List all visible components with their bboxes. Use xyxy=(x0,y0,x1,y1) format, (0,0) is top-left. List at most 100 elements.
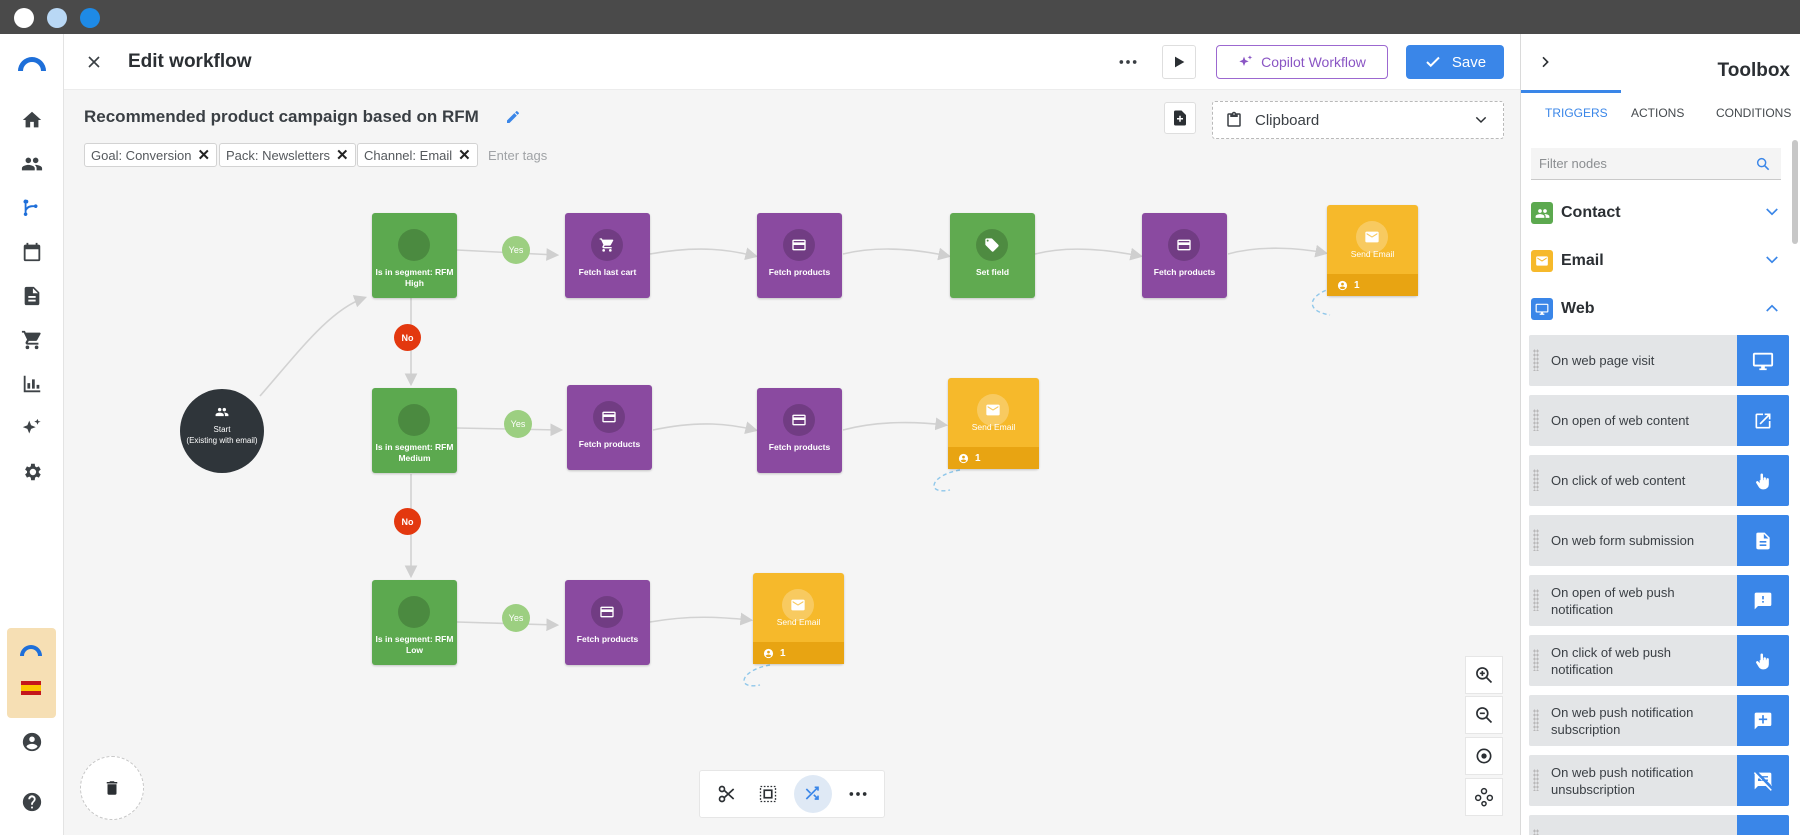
section-contact[interactable]: Contact xyxy=(1531,198,1781,228)
drag-handle-icon[interactable] xyxy=(1533,349,1539,371)
layout-button[interactable] xyxy=(1465,778,1503,816)
node-label: Set field xyxy=(975,267,1010,277)
drag-handle-icon[interactable] xyxy=(1533,409,1539,431)
drag-handle-icon[interactable] xyxy=(1533,829,1539,835)
send-email-node[interactable]: Send Email 1 xyxy=(948,378,1039,469)
segment-icon xyxy=(391,222,437,268)
drag-handle-icon[interactable] xyxy=(1533,589,1539,611)
collapse-toolbox-icon[interactable] xyxy=(1535,52,1555,72)
monitor-icon xyxy=(1737,335,1789,386)
tab-conditions[interactable]: CONDITIONS xyxy=(1716,106,1791,120)
segment-icon xyxy=(391,589,437,635)
drag-handle-icon[interactable] xyxy=(1533,709,1539,731)
contacts-count-bar: 1 xyxy=(948,447,1039,469)
toolbox-item-label: On web form submission xyxy=(1551,533,1695,548)
search-icon xyxy=(1756,157,1770,170)
send-email-node[interactable]: Send Email 1 xyxy=(1327,205,1418,296)
toolbox-item[interactable]: On open of web content xyxy=(1529,395,1789,446)
toolbox-scrollbar[interactable] xyxy=(1792,140,1798,244)
email-icon xyxy=(1531,250,1553,272)
drag-handle-icon[interactable] xyxy=(1533,469,1539,491)
segment-condition-node[interactable]: Is in segment: RFM Medium xyxy=(372,388,457,473)
drag-handle-icon[interactable] xyxy=(1533,769,1539,791)
node-label: Fetch last cart xyxy=(578,267,637,277)
fetch-products-node[interactable]: Fetch products xyxy=(565,580,650,665)
fetch-cart-node[interactable]: Fetch last cart xyxy=(565,213,650,298)
partial-item-icon xyxy=(1737,815,1789,835)
toolbox-item-label: On open of web content xyxy=(1551,413,1690,428)
toolbox-item[interactable]: On web push notification subscription xyxy=(1529,695,1789,746)
toolbox-item[interactable]: On click of web push notification xyxy=(1529,635,1789,686)
fetch-products-node[interactable]: Fetch products xyxy=(567,385,652,470)
fetch-products-node[interactable]: Fetch products xyxy=(1142,213,1227,298)
tag-icon xyxy=(976,229,1008,261)
toolbox-item[interactable]: On open of web push notification xyxy=(1529,575,1789,626)
node-label: Fetch products xyxy=(768,442,831,452)
set-field-node[interactable]: Set field xyxy=(950,213,1035,298)
trash-icon xyxy=(106,781,118,795)
start-node[interactable]: Start (Existing with email) xyxy=(180,389,264,473)
filter-nodes-input[interactable]: Filter nodes xyxy=(1531,148,1781,180)
toolbox-item-label: On web push notification unsubscription xyxy=(1551,764,1694,797)
select-area-icon[interactable] xyxy=(753,779,783,809)
message-plus-icon xyxy=(1737,695,1789,746)
card-icon xyxy=(591,596,623,628)
section-label: Contact xyxy=(1561,204,1621,221)
chevron-down-icon xyxy=(1766,208,1778,216)
tab-triggers[interactable]: TRIGGERS xyxy=(1545,106,1608,120)
delete-drop-zone[interactable] xyxy=(80,756,144,820)
message-alert-icon xyxy=(1737,575,1789,626)
toolbox-item[interactable]: On web page visit xyxy=(1529,335,1789,386)
section-label: Web xyxy=(1561,300,1595,317)
cart-icon xyxy=(591,229,623,261)
start-label: Start xyxy=(213,425,231,434)
more-tools-icon[interactable] xyxy=(843,779,873,809)
graph-layout-icon xyxy=(1474,787,1494,807)
toolbox-item-partial[interactable] xyxy=(1529,815,1789,835)
toolbox-panel: Toolbox TRIGGERS ACTIONS CONDITIONS Filt… xyxy=(1520,34,1800,835)
yes-badge: Yes xyxy=(504,410,532,438)
section-email[interactable]: Email xyxy=(1531,246,1781,276)
card-icon xyxy=(783,229,815,261)
toolbox-title: Toolbox xyxy=(1717,60,1790,81)
tab-actions[interactable]: ACTIONS xyxy=(1631,106,1684,120)
person-icon xyxy=(763,648,774,658)
center-view-button[interactable] xyxy=(1465,737,1503,775)
node-label: Fetch products xyxy=(768,267,831,277)
start-sublabel: (Existing with email) xyxy=(186,436,258,445)
send-email-node[interactable]: Send Email 1 xyxy=(753,573,844,664)
group-icon xyxy=(215,407,229,417)
target-icon xyxy=(1476,748,1492,764)
segment-condition-node[interactable]: Is in segment: RFM High xyxy=(372,213,457,298)
segment-condition-node[interactable]: Is in segment: RFM Low xyxy=(372,580,457,665)
node-label: Is in segment: RFM Medium xyxy=(375,442,454,463)
message-off-icon xyxy=(1737,755,1789,806)
toolbox-item[interactable]: On click of web content xyxy=(1529,455,1789,506)
filter-placeholder: Filter nodes xyxy=(1539,156,1607,171)
scissors-icon[interactable] xyxy=(712,779,742,809)
toolbox-item-label: On open of web push notification xyxy=(1551,584,1675,617)
person-icon xyxy=(958,453,969,463)
card-icon xyxy=(783,404,815,436)
drag-handle-icon[interactable] xyxy=(1533,649,1539,671)
no-badge: No xyxy=(394,324,421,351)
monitor-icon xyxy=(1531,298,1553,320)
fetch-products-node[interactable]: Fetch products xyxy=(757,213,842,298)
toolbox-item[interactable]: On web push notification unsubscription xyxy=(1529,755,1789,806)
section-web[interactable]: Web xyxy=(1531,294,1781,324)
auto-route-icon[interactable] xyxy=(793,775,832,813)
fetch-products-node[interactable]: Fetch products xyxy=(757,388,842,473)
toolbox-item[interactable]: On web form submission xyxy=(1529,515,1789,566)
yes-badge: Yes xyxy=(502,236,530,264)
zoom-in-button[interactable] xyxy=(1465,656,1503,694)
node-label: Fetch products xyxy=(578,439,641,449)
toolbox-item-label: On click of web push notification xyxy=(1551,644,1671,677)
zoom-in-icon xyxy=(1476,667,1493,684)
zoom-out-button[interactable] xyxy=(1465,696,1503,734)
contacts-count-bar: 1 xyxy=(753,642,844,664)
node-label: Fetch products xyxy=(576,634,639,644)
canvas-toolbar xyxy=(699,770,885,818)
document-icon xyxy=(1737,515,1789,566)
zoom-out-icon xyxy=(1476,707,1493,724)
drag-handle-icon[interactable] xyxy=(1533,529,1539,551)
